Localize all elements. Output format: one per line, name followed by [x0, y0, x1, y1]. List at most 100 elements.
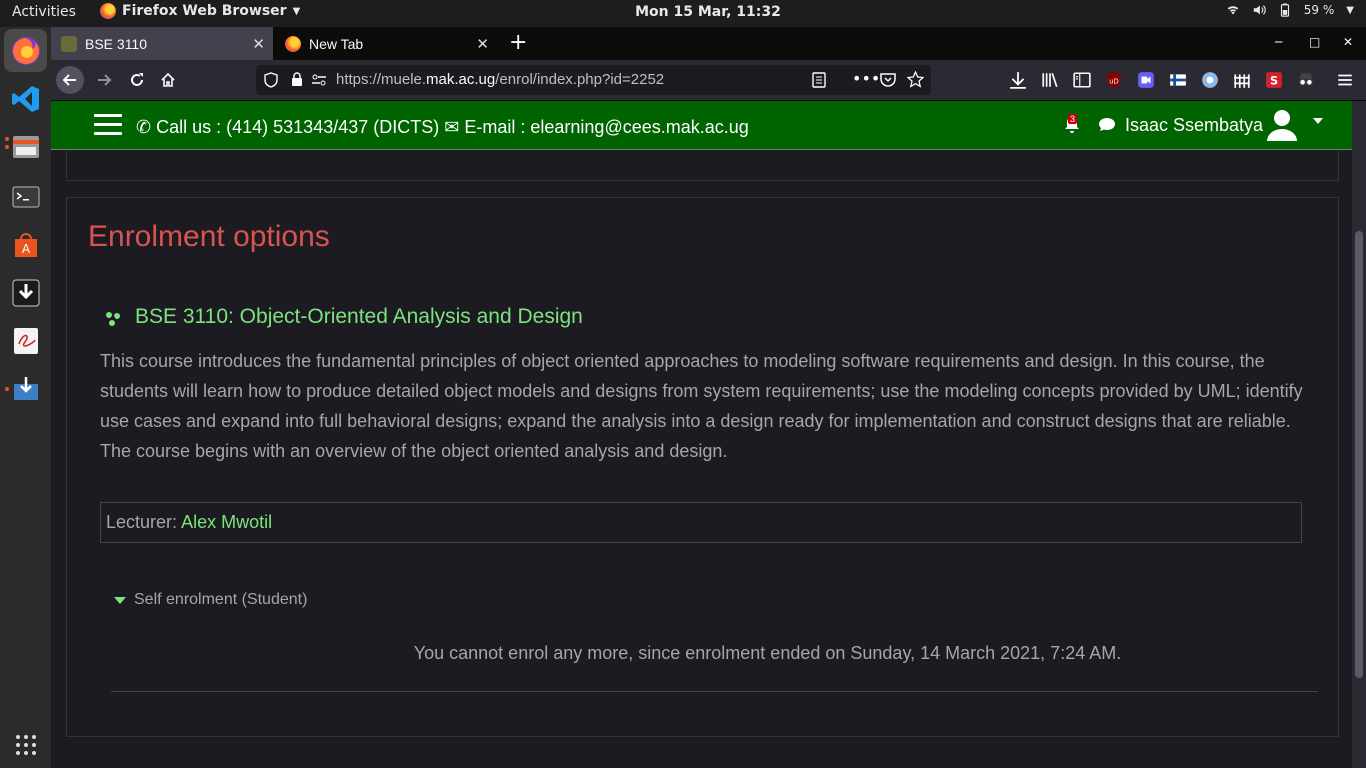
software-center-icon: A: [14, 232, 37, 257]
fence-extension-icon[interactable]: [1233, 71, 1251, 89]
tab-strip: BSE 3110 ✕ New Tab ✕ + ─ □ ✕: [51, 27, 1366, 60]
file-manager-icon: [12, 135, 39, 158]
previous-card: [66, 150, 1339, 181]
triangle-down-icon: [114, 596, 126, 604]
url-prefix: https://muele.: [336, 71, 427, 88]
minimize-button[interactable]: ─: [1275, 35, 1282, 49]
dock-terminal[interactable]: [4, 175, 47, 218]
url-bar[interactable]: https://muele.mak.ac.ug/enrol/index.php?…: [256, 65, 931, 95]
pocket-icon[interactable]: [880, 72, 896, 87]
activities-button[interactable]: Activities: [12, 4, 76, 20]
svg-text:uD: uD: [1109, 77, 1118, 85]
shield-icon[interactable]: [264, 72, 278, 88]
installer-icon: [13, 376, 38, 400]
contact-info: ✆ Call us : (414) 531343/437 (DICTS) ✉ E…: [136, 117, 749, 138]
notifications-button[interactable]: 3: [1064, 114, 1080, 139]
course-title-link[interactable]: BSE 3110: Object-Oriented Analysis and D…: [135, 305, 583, 329]
system-top-bar: Activities Firefox Web Browser ▼ Mon 15 …: [0, 0, 1366, 27]
arrow-right-icon: [98, 74, 112, 86]
dock-firefox[interactable]: [4, 29, 47, 72]
terminal-icon: [12, 186, 39, 207]
reader-view-icon[interactable]: [812, 72, 826, 88]
page-actions-icon[interactable]: •••: [852, 69, 880, 88]
home-icon: [161, 72, 175, 87]
spy-extension-icon[interactable]: [1297, 71, 1315, 89]
library-icon[interactable]: [1041, 71, 1059, 89]
battery-icon: [1280, 3, 1289, 17]
url-path: /enrol/index.php?id=2252: [495, 71, 665, 88]
phone-icon: ✆: [136, 117, 152, 137]
system-tray[interactable]: 59 % ▼: [1226, 3, 1354, 17]
menu-icon[interactable]: [1336, 71, 1354, 89]
avatar[interactable]: [1265, 107, 1299, 141]
message-icon[interactable]: [1098, 116, 1116, 132]
download-icon: [12, 279, 39, 306]
maximize-button[interactable]: □: [1309, 35, 1320, 49]
show-applications[interactable]: [4, 723, 47, 766]
clock[interactable]: Mon 15 Mar, 11:32: [608, 4, 808, 20]
dock-downloader[interactable]: [4, 271, 47, 314]
chevron-down-icon: ▼: [1346, 4, 1354, 16]
lecturer-link[interactable]: Alex Mwotil: [181, 512, 272, 532]
envelope-icon: ✉: [444, 117, 460, 137]
page-title: Enrolment options: [88, 220, 330, 253]
dock-document-viewer[interactable]: [4, 319, 47, 362]
close-icon[interactable]: ✕: [252, 35, 265, 53]
dock-vscode[interactable]: [4, 77, 47, 120]
nav-toolbar: https://muele.mak.ac.ug/enrol/index.php?…: [51, 60, 1366, 101]
url-text[interactable]: https://muele.mak.ac.ug/enrol/index.php?…: [336, 71, 664, 88]
dock: A: [0, 27, 51, 768]
course-summary: This course introduces the fundamental p…: [100, 351, 1303, 461]
self-enrolment-toggle[interactable]: Self enrolment (Student): [114, 591, 307, 609]
permissions-icon[interactable]: [311, 73, 327, 87]
tab-new-tab[interactable]: New Tab ✕: [275, 27, 497, 60]
back-button[interactable]: [56, 66, 84, 94]
svg-text:S: S: [1270, 75, 1278, 88]
dock-installer[interactable]: [4, 367, 47, 410]
video-extension-icon[interactable]: [1137, 71, 1155, 89]
moodle-favicon-icon: [61, 35, 77, 52]
running-dot: [5, 387, 9, 391]
reload-button[interactable]: [123, 66, 151, 94]
forward-button[interactable]: [90, 66, 118, 94]
s-extension-icon[interactable]: S: [1265, 71, 1283, 89]
sidebar-icon[interactable]: [1073, 71, 1091, 89]
dock-files[interactable]: [4, 125, 47, 168]
arrow-left-icon: [62, 74, 76, 86]
tab-label: BSE 3110: [85, 35, 148, 52]
flag-extension-icon[interactable]: [1169, 71, 1187, 89]
lock-icon[interactable]: [291, 72, 303, 87]
ublock-icon[interactable]: uD: [1105, 71, 1123, 89]
call-us-text: Call us : (414) 531343/437 (DICTS): [156, 117, 440, 137]
new-tab-button[interactable]: +: [509, 30, 527, 55]
downloads-icon[interactable]: [1009, 71, 1027, 89]
volume-icon: [1253, 5, 1266, 15]
enrolment-card: Enrolment options BSE 3110: Object-Orien…: [66, 197, 1339, 737]
course-contacts: Lecturer: Alex Mwotil: [100, 502, 1302, 543]
user-menu-caret-icon[interactable]: [1313, 118, 1323, 124]
dock-software[interactable]: A: [4, 223, 47, 266]
page-scrollbar[interactable]: [1352, 101, 1366, 768]
url-domain: mak.ac.ug: [426, 71, 496, 88]
divider: [111, 691, 1318, 692]
tab-bse3110[interactable]: BSE 3110 ✕: [51, 27, 273, 60]
wifi-icon: [1227, 6, 1239, 15]
scrollbar-thumb[interactable]: [1355, 231, 1363, 678]
app-menu-label: Firefox Web Browser: [122, 3, 287, 19]
battery-percent: 59 %: [1303, 3, 1335, 17]
app-menu[interactable]: Firefox Web Browser ▼: [100, 3, 300, 19]
globe-extension-icon[interactable]: [1201, 71, 1219, 89]
enrolment-closed-message: You cannot enrol any more, since enrolme…: [413, 643, 1122, 663]
hamburger-menu-button[interactable]: [94, 114, 122, 136]
bookmark-star-icon[interactable]: [907, 71, 924, 88]
firefox-icon: [100, 3, 116, 19]
running-dot: [5, 137, 9, 141]
app-grid-icon: [15, 734, 36, 755]
firefox-icon: [11, 36, 40, 65]
site-navbar: ✆ Call us : (414) 531343/437 (DICTS) ✉ E…: [51, 101, 1352, 150]
close-window-button[interactable]: ✕: [1343, 35, 1353, 49]
close-icon[interactable]: ✕: [476, 35, 489, 53]
reload-icon: [131, 73, 143, 86]
user-name[interactable]: Isaac Ssembatya: [1125, 115, 1263, 136]
home-button[interactable]: [154, 66, 182, 94]
